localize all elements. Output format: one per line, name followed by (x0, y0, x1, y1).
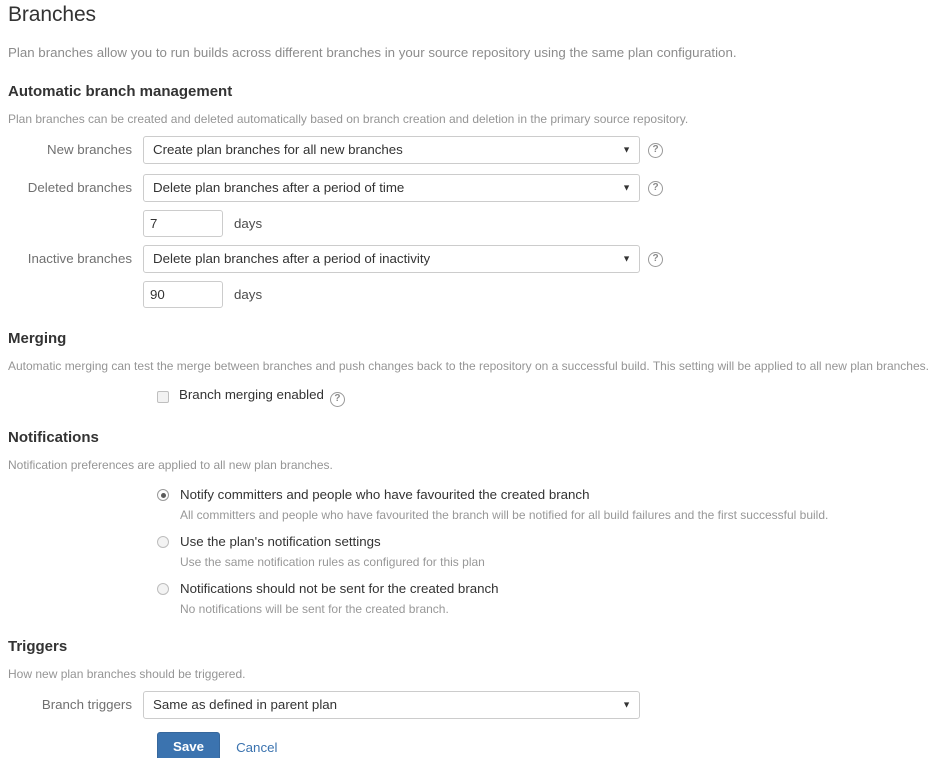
label-no-notifications[interactable]: Notifications should not be sent for the… (180, 580, 499, 598)
control-inactive-branches: Delete plan branches after a period of i… (143, 245, 663, 273)
question-circle-icon[interactable]: ? (329, 392, 345, 407)
help-text-plan-notification-settings: Use the same notification rules as confi… (180, 555, 485, 569)
section-description-merging: Automatic merging can test the merge bet… (8, 359, 929, 373)
form-actions: Save Cancel (8, 732, 941, 758)
control-deleted-branches: Delete plan branches after a period of t… (143, 174, 663, 202)
help-text-notify-committers: All committers and people who have favou… (180, 508, 829, 522)
input-deleted-branches-days[interactable] (143, 210, 223, 237)
section-description-notifications: Notification preferences are applied to … (8, 458, 333, 472)
save-button[interactable]: Save (157, 732, 221, 758)
select-branch-triggers-value: Same as defined in parent plan (153, 697, 338, 712)
chevron-down-icon: ▼ (622, 182, 631, 193)
form-row-deleted-branches-days: days (8, 210, 941, 237)
page-intro-text: Plan branches allow you to run builds ac… (8, 45, 737, 60)
select-new-branches-value: Create plan branches for all new branche… (153, 142, 403, 157)
select-inactive-branches[interactable]: Delete plan branches after a period of i… (143, 245, 640, 273)
form-row-branch-merging: Branch merging enabled? (8, 387, 941, 407)
control-deleted-branches-days: days (143, 210, 262, 237)
section-heading-automatic-branch-management: Automatic branch management (8, 83, 233, 100)
form-row-new-branches: New branches Create plan branches for al… (8, 136, 941, 164)
input-inactive-branches-days[interactable] (143, 281, 223, 308)
cancel-link[interactable]: Cancel (236, 740, 277, 755)
label-inactive-branches: Inactive branches (27, 251, 132, 266)
chevron-down-icon: ▼ (622, 253, 631, 264)
radio-option-no-notifications: Notifications should not be sent for the… (157, 580, 941, 616)
radio-no-notifications[interactable] (157, 583, 169, 595)
section-heading-merging: Merging (8, 330, 67, 347)
label-branch-triggers: Branch triggers (41, 697, 132, 712)
form-row-branch-triggers: Branch triggers Same as defined in paren… (8, 691, 941, 719)
label-new-branches: New branches (47, 142, 132, 157)
checkbox-branch-merging-enabled[interactable] (157, 391, 169, 403)
radio-group-notifications: Notify committers and people who have fa… (8, 486, 941, 616)
label-plan-notification-settings[interactable]: Use the plan's notification settings (180, 533, 381, 551)
question-circle-icon[interactable]: ? (648, 251, 663, 267)
select-deleted-branches[interactable]: Delete plan branches after a period of t… (143, 174, 640, 202)
select-new-branches[interactable]: Create plan branches for all new branche… (143, 136, 640, 164)
branches-configuration-page: Branches Plan branches allow you to run … (0, 0, 949, 758)
question-circle-icon[interactable]: ? (648, 142, 663, 158)
form-row-inactive-branches: Inactive branches Delete plan branches a… (8, 245, 941, 273)
select-branch-triggers[interactable]: Same as defined in parent plan ▼ (143, 691, 640, 719)
label-branch-merging-enabled[interactable]: Branch merging enabled? (179, 387, 345, 407)
section-description-automatic-branch-management: Plan branches can be created and deleted… (8, 112, 689, 126)
control-new-branches: Create plan branches for all new branche… (143, 136, 663, 164)
branch-merging-label-text: Branch merging enabled (179, 387, 324, 402)
help-text-no-notifications: No notifications will be sent for the cr… (180, 602, 449, 616)
section-description-triggers: How new plan branches should be triggere… (8, 667, 246, 681)
radio-notify-committers[interactable] (157, 489, 169, 501)
page-title: Branches (8, 3, 96, 26)
unit-inactive-branches-days: days (234, 287, 263, 302)
section-heading-notifications: Notifications (8, 429, 99, 446)
select-inactive-branches-value: Delete plan branches after a period of i… (153, 251, 431, 266)
select-deleted-branches-value: Delete plan branches after a period of t… (153, 180, 405, 195)
control-branch-triggers: Same as defined in parent plan ▼ (143, 691, 640, 719)
radio-option-notify-committers: Notify committers and people who have fa… (157, 486, 941, 522)
unit-deleted-branches-days: days (234, 216, 263, 231)
control-inactive-branches-days: days (143, 281, 262, 308)
label-deleted-branches: Deleted branches (27, 180, 132, 195)
radio-plan-notification-settings[interactable] (157, 536, 169, 548)
section-heading-triggers: Triggers (8, 638, 68, 655)
form-row-inactive-branches-days: days (8, 281, 941, 308)
label-notify-committers[interactable]: Notify committers and people who have fa… (180, 486, 589, 504)
radio-option-plan-notification-settings: Use the plan's notification settings Use… (157, 533, 941, 569)
form-row-deleted-branches: Deleted branches Delete plan branches af… (8, 174, 941, 202)
chevron-down-icon: ▼ (622, 144, 631, 155)
question-circle-icon[interactable]: ? (648, 180, 663, 196)
chevron-down-icon: ▼ (622, 699, 631, 710)
